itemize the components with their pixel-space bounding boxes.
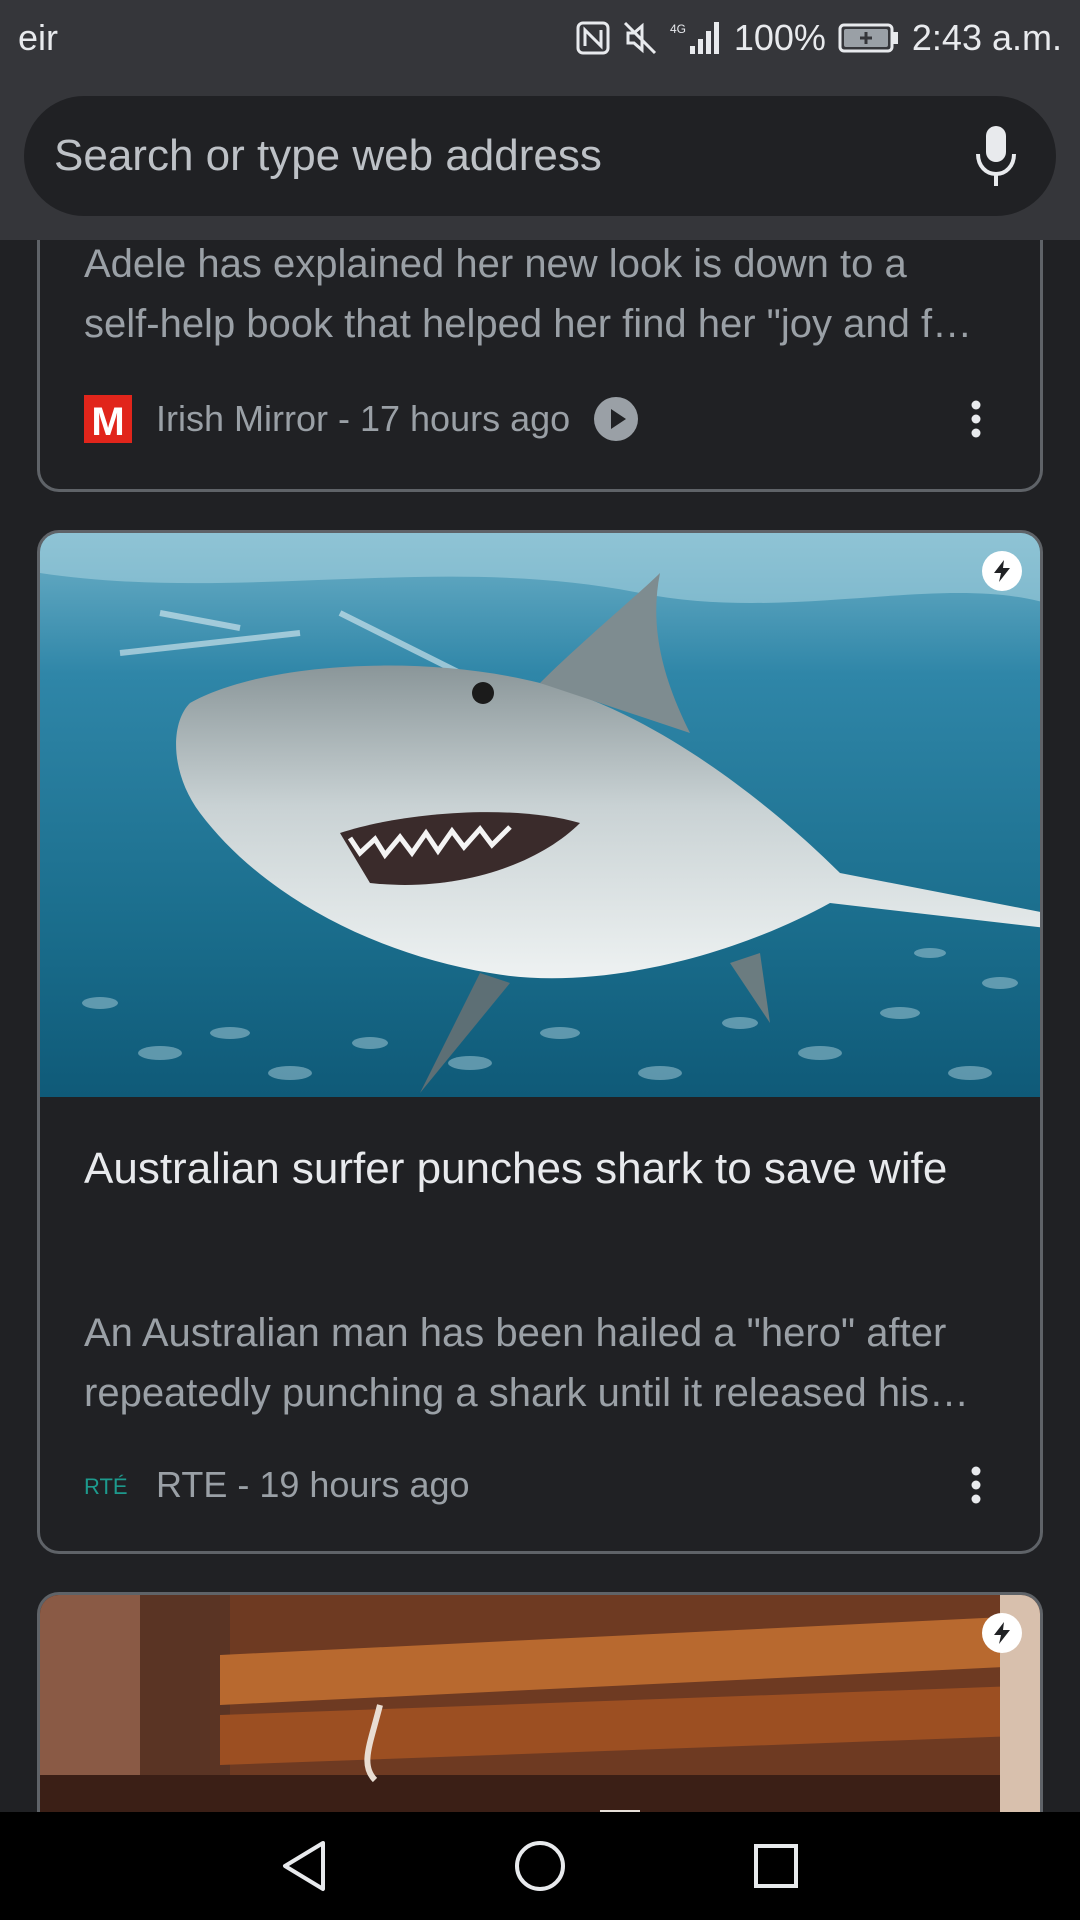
more-vert-icon[interactable] <box>956 1461 996 1509</box>
clock: 2:43 a.m. <box>911 17 1062 58</box>
mute-icon <box>622 20 658 56</box>
amp-bolt-icon <box>982 551 1022 591</box>
nfc-icon <box>576 21 610 55</box>
article-source-row: RTÉ RTE - 19 hours ago <box>84 1455 1010 1515</box>
search-input[interactable]: Search or type web address <box>54 131 966 181</box>
article-source: RTE - 19 hours ago <box>156 1464 470 1505</box>
system-nav-bar <box>0 1812 1080 1920</box>
snippet-line: Adele has explained her new look is down… <box>84 242 907 286</box>
article-source-row: M Irish Mirror - 17 hours ago <box>84 389 1010 449</box>
snippet-line: An Australian man has been hailed a "her… <box>84 1311 947 1355</box>
carrier-label: eir <box>18 17 59 58</box>
recents-icon[interactable] <box>746 1836 806 1896</box>
snippet-line: self-help book that helped her find her … <box>84 302 973 346</box>
article-card[interactable] <box>37 1592 1043 1812</box>
battery-percent: 100% <box>733 17 826 58</box>
network-type-label: 4G <box>670 22 686 36</box>
article-snippet: Adele has explained her new look is down… <box>84 240 996 354</box>
article-headline[interactable]: Australian surfer punches shark to save … <box>84 1133 996 1205</box>
battery-icon <box>838 23 900 53</box>
more-vert-icon[interactable] <box>956 395 996 443</box>
status-icons: 4G 100% 2:43 a.m. <box>576 17 1062 59</box>
mic-icon[interactable] <box>966 116 1026 196</box>
toolbar: Search or type web address <box>0 76 1080 240</box>
rte-logo: RTÉ <box>84 1461 132 1509</box>
article-source: Irish Mirror - 17 hours ago <box>156 398 571 439</box>
amp-bolt-icon <box>982 1613 1022 1653</box>
article-image[interactable] <box>40 533 1040 1097</box>
news-feed: Adele has explained her new look is down… <box>0 240 1080 1812</box>
article-image[interactable] <box>40 1595 1040 1812</box>
article-card[interactable]: Adele has explained her new look is down… <box>37 240 1043 492</box>
back-icon[interactable] <box>274 1836 334 1896</box>
home-icon[interactable] <box>510 1836 570 1896</box>
status-bar: eir 4G 100% 2:43 a.m. <box>0 0 1080 76</box>
omnibox[interactable]: Search or type web address <box>24 96 1056 216</box>
irish-mirror-logo: M <box>84 395 132 443</box>
svg-text:RTÉ: RTÉ <box>84 1474 128 1499</box>
article-card[interactable]: Australian surfer punches shark to save … <box>37 530 1043 1554</box>
svg-text:M: M <box>91 400 124 443</box>
article-snippet: An Australian man has been hailed a "her… <box>84 1303 996 1423</box>
signal-icon: 4G <box>670 20 722 56</box>
play-icon[interactable] <box>594 397 639 441</box>
snippet-line: repeatedly punching a shark until it rel… <box>84 1371 969 1415</box>
